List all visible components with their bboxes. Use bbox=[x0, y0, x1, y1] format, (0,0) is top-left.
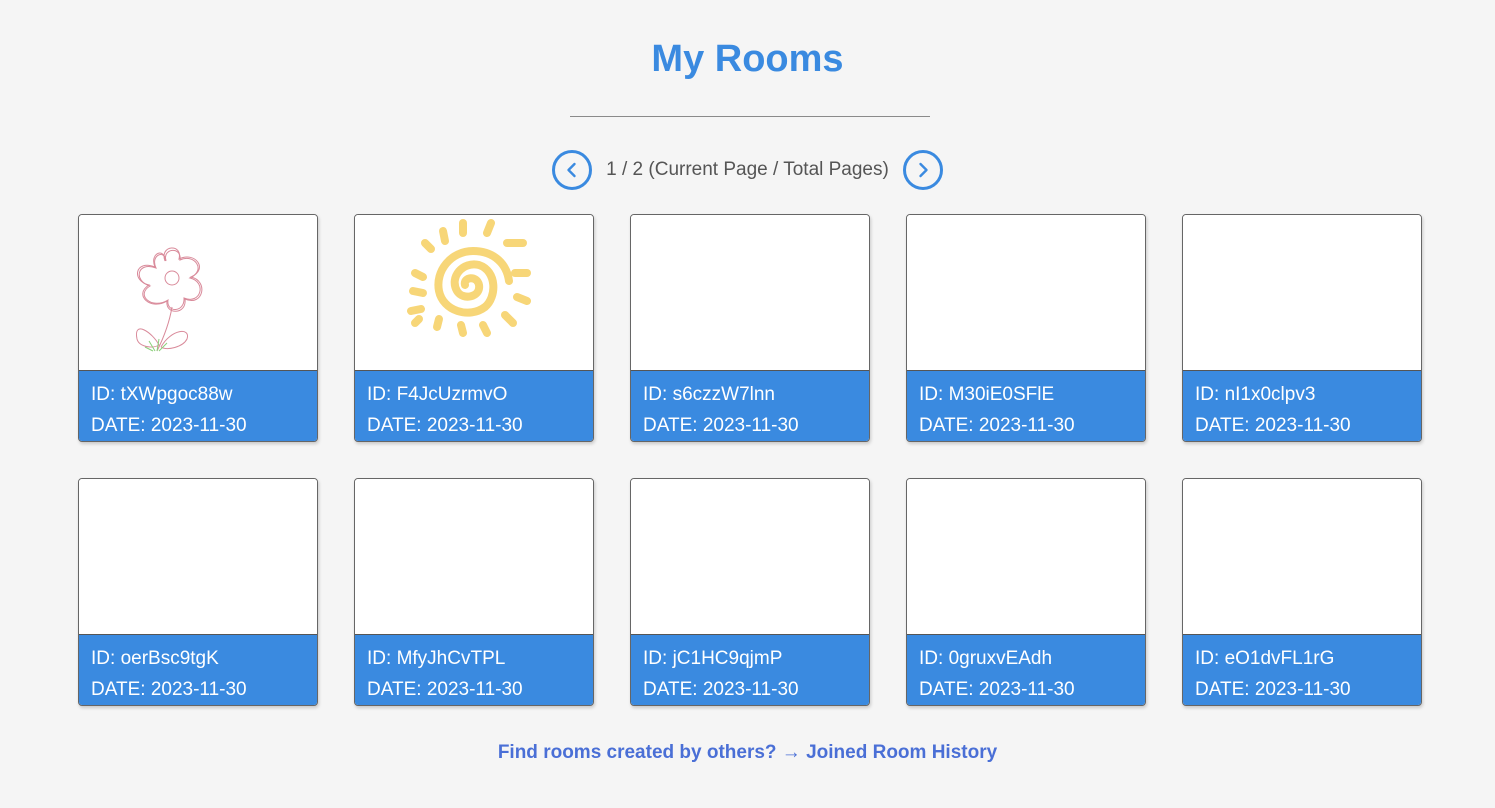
room-info: ID: oerBsc9tgK DATE: 2023-11-30 bbox=[79, 635, 317, 705]
room-thumbnail bbox=[1183, 479, 1421, 635]
room-id: ID: nI1x0clpv3 bbox=[1195, 384, 1316, 405]
room-thumbnail bbox=[1183, 215, 1421, 371]
room-card[interactable]: ID: MfyJhCvTPL DATE: 2023-11-30 bbox=[354, 478, 594, 706]
room-card[interactable]: ID: oerBsc9tgK DATE: 2023-11-30 bbox=[78, 478, 318, 706]
room-info: ID: MfyJhCvTPL DATE: 2023-11-30 bbox=[355, 635, 593, 705]
room-info: ID: M30iE0SFlE DATE: 2023-11-30 bbox=[907, 371, 1145, 441]
room-id: ID: 0gruxvEAdh bbox=[919, 648, 1053, 669]
room-date: DATE: 2023-11-30 bbox=[919, 415, 1075, 436]
room-info: ID: tXWpgoc88w DATE: 2023-11-30 bbox=[79, 371, 317, 441]
room-date: DATE: 2023-11-30 bbox=[919, 679, 1075, 700]
room-info: ID: F4JcUzrmvO DATE: 2023-11-30 bbox=[355, 371, 593, 441]
room-info: ID: jC1HC9qjmP DATE: 2023-11-30 bbox=[631, 635, 869, 705]
room-date: DATE: 2023-11-30 bbox=[367, 679, 523, 700]
room-id: ID: eO1dvFL1rG bbox=[1195, 648, 1335, 669]
room-id: ID: s6czzW7lnn bbox=[643, 384, 775, 405]
room-card[interactable]: ID: 0gruxvEAdh DATE: 2023-11-30 bbox=[906, 478, 1146, 706]
room-thumbnail bbox=[907, 479, 1145, 635]
room-date: DATE: 2023-11-30 bbox=[643, 679, 799, 700]
room-thumbnail bbox=[79, 479, 317, 635]
room-thumbnail bbox=[907, 215, 1145, 371]
pagination: 1 / 2 (Current Page / Total Pages) bbox=[0, 150, 1495, 190]
page-indicator: 1 / 2 (Current Page / Total Pages) bbox=[606, 159, 889, 180]
room-thumbnail bbox=[631, 215, 869, 371]
room-date: DATE: 2023-11-30 bbox=[1195, 415, 1351, 436]
room-info: ID: s6czzW7lnn DATE: 2023-11-30 bbox=[631, 371, 869, 441]
room-date: DATE: 2023-11-30 bbox=[367, 415, 523, 436]
room-info: ID: eO1dvFL1rG DATE: 2023-11-30 bbox=[1183, 635, 1421, 705]
flower-drawing-icon bbox=[136, 247, 203, 352]
room-thumbnail bbox=[631, 479, 869, 635]
room-id: ID: jC1HC9qjmP bbox=[643, 648, 783, 669]
room-card[interactable]: ID: s6czzW7lnn DATE: 2023-11-30 bbox=[630, 214, 870, 442]
page-title: My Rooms bbox=[651, 38, 844, 80]
room-thumbnail bbox=[355, 479, 593, 635]
room-card[interactable]: ID: nI1x0clpv3 DATE: 2023-11-30 bbox=[1182, 214, 1422, 442]
chevron-left-icon bbox=[567, 162, 576, 178]
room-id: ID: oerBsc9tgK bbox=[91, 648, 219, 669]
room-info: ID: 0gruxvEAdh DATE: 2023-11-30 bbox=[907, 635, 1145, 705]
prev-page-button[interactable] bbox=[552, 150, 593, 190]
room-card[interactable]: ID: jC1HC9qjmP DATE: 2023-11-30 bbox=[630, 478, 870, 706]
room-info: ID: nI1x0clpv3 DATE: 2023-11-30 bbox=[1183, 371, 1421, 441]
joined-room-history-link[interactable]: Find rooms created by others? → Joined R… bbox=[0, 742, 1495, 764]
title-divider bbox=[570, 116, 930, 117]
room-date: DATE: 2023-11-30 bbox=[91, 679, 247, 700]
room-card[interactable]: ID: tXWpgoc88w DATE: 2023-11-30 bbox=[78, 214, 318, 442]
room-card[interactable]: ID: eO1dvFL1rG DATE: 2023-11-30 bbox=[1182, 478, 1422, 706]
room-card[interactable]: ID: M30iE0SFlE DATE: 2023-11-30 bbox=[906, 214, 1146, 442]
room-date: DATE: 2023-11-30 bbox=[643, 415, 799, 436]
room-thumbnail bbox=[79, 215, 317, 371]
room-card[interactable]: ID: F4JcUzrmvO DATE: 2023-11-30 bbox=[354, 214, 594, 442]
room-id: ID: MfyJhCvTPL bbox=[367, 648, 506, 669]
room-id: ID: tXWpgoc88w bbox=[91, 384, 233, 405]
room-id: ID: M30iE0SFlE bbox=[919, 384, 1055, 405]
room-thumbnail bbox=[355, 215, 593, 371]
room-date: DATE: 2023-11-30 bbox=[91, 415, 247, 436]
chevron-right-icon bbox=[919, 162, 928, 178]
room-id: ID: F4JcUzrmvO bbox=[367, 384, 508, 405]
room-grid: ID: tXWpgoc88w DATE: 2023-11-30 ID: F4Jc… bbox=[78, 214, 1422, 706]
next-page-button[interactable] bbox=[902, 150, 943, 190]
sun-drawing-icon bbox=[407, 219, 531, 337]
room-date: DATE: 2023-11-30 bbox=[1195, 679, 1351, 700]
